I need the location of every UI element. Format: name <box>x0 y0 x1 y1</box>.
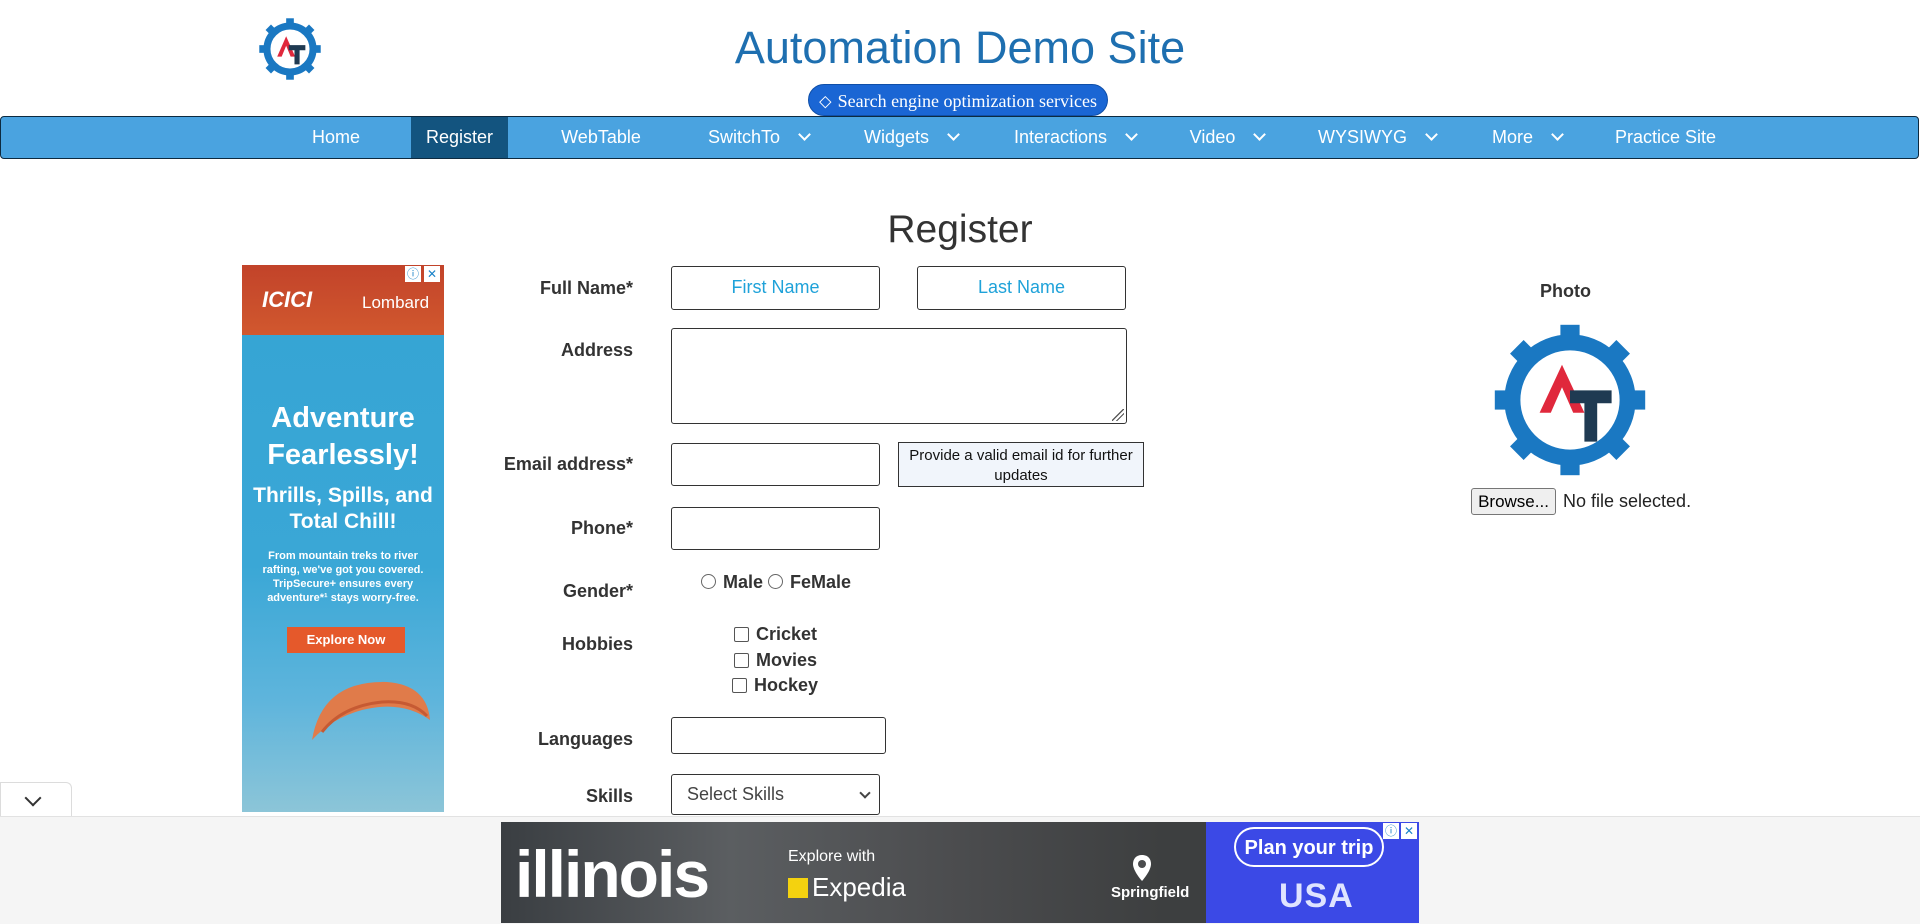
hobbies-label: Hobbies <box>561 634 633 654</box>
nav-practice-site[interactable]: Practice Site <box>1613 117 1718 158</box>
phone-field[interactable] <box>671 507 880 550</box>
nav-register[interactable]: Register <box>411 117 508 158</box>
resize-handle-icon[interactable] <box>1112 409 1124 421</box>
nav-home[interactable]: Home <box>296 117 376 158</box>
site-title: Automation Demo Site <box>734 22 1186 73</box>
hobby-hockey-checkbox[interactable] <box>732 678 747 693</box>
email-field[interactable] <box>671 443 880 486</box>
file-status-text: No file selected. <box>1563 491 1692 511</box>
tag-icon: ⬦ <box>818 91 832 111</box>
chevron-down-icon <box>947 128 960 141</box>
ad-cta-button[interactable]: Explore Now <box>287 627 405 653</box>
ad-left-banner[interactable]: ICICI Lombard Adventure Fearlessly! Thri… <box>242 265 444 812</box>
nav-interactions-label: Interactions <box>1013 127 1108 147</box>
ad-bottom-explore: Explore with <box>788 848 876 865</box>
page-title: Register <box>887 208 1033 251</box>
expedia-logo-icon <box>788 878 808 898</box>
chevron-down-icon <box>859 787 871 799</box>
photo-preview-logo <box>1494 324 1646 476</box>
chevron-down-icon <box>24 789 42 807</box>
chevron-down-icon <box>1425 128 1438 141</box>
hobby-cricket-label: Cricket <box>756 624 818 644</box>
nav-webtable-label: WebTable <box>561 127 641 147</box>
full-name-label: Full Name* <box>539 278 633 298</box>
email-label: Email address* <box>503 454 633 474</box>
photo-label: Photo <box>1540 281 1591 301</box>
gender-label: Gender* <box>562 581 633 601</box>
nav-switchto-label: SwitchTo <box>707 127 781 147</box>
hobby-movies-label: Movies <box>756 650 818 670</box>
nav-video[interactable]: Video <box>1186 117 1268 158</box>
paraglider-image <box>312 681 430 740</box>
ad-bottom-partner-text: Expedia <box>812 872 906 902</box>
nav-switchto[interactable]: SwitchTo <box>701 117 816 158</box>
nav-more-label: More <box>1491 127 1533 147</box>
first-name-input[interactable]: First Name <box>671 266 880 310</box>
browse-button[interactable]: Browse... <box>1471 488 1556 515</box>
ad-bottom-title: illinois <box>515 837 710 911</box>
gender-male-radio[interactable] <box>701 574 716 589</box>
languages-multiselect[interactable] <box>671 717 886 754</box>
nav-more[interactable]: More <box>1487 117 1567 158</box>
nav-wysiwyg-label: WYSIWYG <box>1318 127 1407 147</box>
chevron-down-icon <box>1551 128 1564 141</box>
ad-bottom-cta[interactable]: Plan your trip <box>1234 827 1384 867</box>
seo-badge-text: Search engine optimization services <box>837 91 1098 111</box>
ad-bottom-partner: Expedia <box>788 872 906 903</box>
ad-brand: ICICI <box>262 287 313 312</box>
nav-practice-site-label: Practice Site <box>1614 127 1717 147</box>
nav-register-label: Register <box>425 127 494 147</box>
gender-male-label: Male <box>723 572 764 592</box>
chevron-down-icon <box>798 128 811 141</box>
nav-webtable[interactable]: WebTable <box>546 117 656 158</box>
hobby-hockey-label: Hockey <box>754 675 819 695</box>
nav-video-label: Video <box>1189 127 1236 147</box>
seo-badge-link[interactable]: ⬦ Search engine optimization services <box>808 84 1108 116</box>
ad-brand-suffix: Lombard <box>362 293 430 312</box>
hobby-cricket-checkbox[interactable] <box>734 627 749 642</box>
gender-female-radio[interactable] <box>768 574 783 589</box>
skills-select[interactable]: Select Skills <box>671 774 880 815</box>
address-textarea[interactable] <box>671 328 1127 424</box>
nav-interactions[interactable]: Interactions <box>1009 117 1141 158</box>
nav-widgets-label: Widgets <box>863 127 930 147</box>
ad-bottom-usa: USA <box>1279 877 1354 915</box>
last-name-input[interactable]: Last Name <box>917 266 1126 310</box>
hobby-movies-checkbox[interactable] <box>734 653 749 668</box>
chevron-down-icon <box>1253 128 1267 141</box>
ad-bottom-banner[interactable]: illinois Explore with Expedia Springfiel… <box>501 822 1419 923</box>
ad-info-icon[interactable]: ⓘ <box>405 266 421 282</box>
nav-widgets[interactable]: Widgets <box>857 117 965 158</box>
gender-female-label: FeMale <box>790 572 852 592</box>
nav-wysiwyg[interactable]: WYSIWYG <box>1316 117 1438 158</box>
ad-headline: Adventure Fearlessly! <box>267 402 419 471</box>
ad-bottom-city: Springfield <box>1111 884 1190 901</box>
address-label: Address <box>560 340 633 360</box>
ad-bottom-close-icon[interactable]: ✕ <box>1401 823 1417 839</box>
map-pin-icon <box>1133 855 1151 881</box>
main-navbar: Home Register WebTable SwitchTo Widgets … <box>0 116 1919 159</box>
phone-label: Phone* <box>570 518 633 538</box>
skills-label: Skills <box>585 786 633 806</box>
ad-subline: Thrills, Spills, and Total Chill! <box>253 484 433 533</box>
ad-small-text: From mountain treks to river rafting, we… <box>262 550 424 604</box>
skills-select-value: Select Skills <box>687 784 785 804</box>
email-hint-tooltip: Provide a valid email id for further upd… <box>898 442 1144 487</box>
languages-label: Languages <box>537 729 633 749</box>
nav-home-label: Home <box>311 127 360 147</box>
anchor-collapse-button[interactable] <box>0 782 72 816</box>
ad-bottom-info-icon[interactable]: ⓘ <box>1383 823 1399 839</box>
chevron-down-icon <box>1125 128 1138 141</box>
